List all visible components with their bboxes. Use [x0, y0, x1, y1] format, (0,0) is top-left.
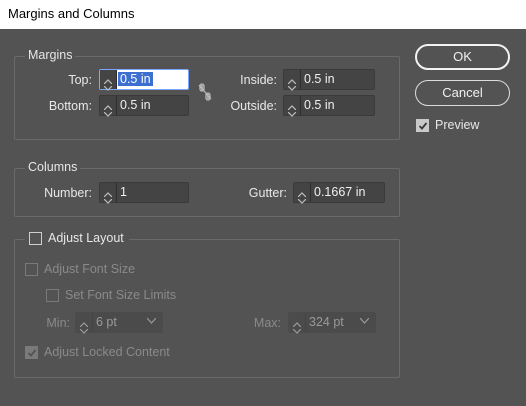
min-value: 6 pt [96, 315, 117, 329]
chevron-down-icon[interactable] [297, 193, 307, 204]
number-value: 1 [120, 185, 127, 199]
dropdown-chevron-icon[interactable] [360, 318, 369, 324]
max-label: Max: [253, 316, 281, 330]
set-font-size-limits-checkbox[interactable] [46, 289, 59, 302]
top-label: Top: [68, 73, 92, 87]
adjust-locked-content-label[interactable]: Adjust Locked Content [44, 345, 170, 359]
top-margin-value: 0.5 in [118, 72, 153, 86]
bottom-margin-value: 0.5 in [120, 98, 151, 112]
bottom-margin-stepper[interactable] [100, 96, 117, 117]
link-broken-icon[interactable] [198, 83, 212, 101]
min-font-size-field[interactable]: 6 pt [75, 312, 163, 334]
adjust-locked-content-checkbox[interactable] [25, 346, 38, 359]
chevron-down-icon[interactable] [287, 106, 297, 117]
number-label: Number: [44, 186, 92, 200]
margins-and-columns-dialog: Margins and Columns Margins Top: 0.5 in … [0, 0, 526, 406]
adjust-font-size-checkbox[interactable] [25, 263, 38, 276]
chevron-down-icon[interactable] [103, 106, 113, 117]
preview-label[interactable]: Preview [435, 118, 479, 132]
gutter-stepper[interactable] [294, 183, 311, 204]
inside-margin-stepper[interactable] [284, 70, 301, 91]
chevron-up-icon[interactable] [103, 73, 113, 85]
chevron-up-icon[interactable] [103, 99, 113, 111]
chevron-up-icon[interactable] [292, 316, 302, 328]
max-stepper[interactable] [289, 313, 306, 334]
bottom-label: Bottom: [48, 99, 92, 113]
top-margin-stepper[interactable] [100, 70, 117, 91]
min-stepper[interactable] [76, 313, 93, 334]
outside-label: Outside: [230, 99, 277, 113]
chevron-down-icon[interactable] [103, 80, 113, 91]
inside-margin-field[interactable]: 0.5 in [283, 69, 375, 91]
chevron-down-icon[interactable] [287, 80, 297, 91]
adjust-font-size-label[interactable]: Adjust Font Size [44, 262, 135, 276]
cancel-button[interactable]: Cancel [415, 80, 510, 106]
dropdown-chevron-icon[interactable] [147, 318, 156, 324]
adjust-layout-checkbox[interactable] [29, 232, 42, 245]
outside-margin-field[interactable]: 0.5 in [283, 95, 375, 117]
number-stepper[interactable] [100, 183, 117, 204]
columns-group-title: Columns [25, 160, 81, 174]
margins-group-title: Margins [25, 48, 76, 62]
bottom-margin-field[interactable]: 0.5 in [99, 95, 189, 117]
outside-margin-stepper[interactable] [284, 96, 301, 117]
dialog-title: Margins and Columns [0, 0, 526, 29]
chevron-down-icon[interactable] [103, 193, 113, 204]
max-font-size-field[interactable]: 324 pt [288, 312, 376, 334]
gutter-value: 0.1667 in [314, 185, 366, 199]
top-margin-field[interactable]: 0.5 in [99, 69, 189, 91]
chevron-down-icon[interactable] [79, 323, 89, 334]
preview-checkbox[interactable] [416, 119, 429, 132]
max-value: 324 pt [309, 315, 344, 329]
ok-button[interactable]: OK [415, 44, 510, 70]
chevron-up-icon[interactable] [287, 73, 297, 85]
chevron-up-icon[interactable] [287, 99, 297, 111]
chevron-up-icon[interactable] [297, 186, 307, 198]
adjust-layout-label[interactable]: Adjust Layout [48, 231, 124, 245]
gutter-field[interactable]: 0.1667 in [293, 182, 385, 204]
chevron-up-icon[interactable] [103, 186, 113, 198]
number-of-columns-field[interactable]: 1 [99, 182, 189, 204]
checkmark-icon [418, 122, 428, 130]
outside-margin-value: 0.5 in [304, 98, 335, 112]
chevron-up-icon[interactable] [79, 316, 89, 328]
gutter-label: Gutter: [248, 186, 287, 200]
inside-label: Inside: [240, 73, 277, 87]
checkmark-icon [27, 349, 37, 357]
chevron-down-icon[interactable] [292, 323, 302, 334]
set-font-size-limits-label[interactable]: Set Font Size Limits [65, 288, 176, 302]
inside-margin-value: 0.5 in [304, 72, 335, 86]
min-label: Min: [46, 316, 70, 330]
